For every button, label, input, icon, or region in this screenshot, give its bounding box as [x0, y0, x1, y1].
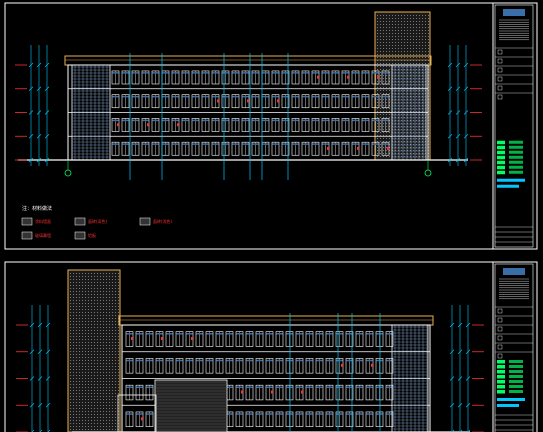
- legend-swatch: [74, 217, 86, 226]
- legend-item-label: 涂料墙面: [35, 218, 51, 224]
- elevation-drawing: 注：材料做法 涂料墙面 面砖(深色) 面砖(浅色) 玻璃幕墙 铝板: [0, 0, 543, 432]
- legend-swatch: [139, 217, 151, 226]
- legend-item-label: 铝板: [88, 232, 96, 238]
- legend-swatch: [21, 231, 33, 240]
- legend-title: 注：材料做法: [22, 205, 52, 212]
- legend-item-label: 玻璃幕墙: [35, 232, 51, 238]
- legend-item-label: 面砖(浅色): [153, 218, 173, 224]
- cad-drawing-canvas[interactable]: 注：材料做法 涂料墙面 面砖(深色) 面砖(浅色) 玻璃幕墙 铝板: [0, 0, 543, 432]
- legend-swatch: [74, 231, 86, 240]
- legend-swatch: [21, 217, 33, 226]
- legend-item-label: 面砖(深色): [88, 218, 108, 224]
